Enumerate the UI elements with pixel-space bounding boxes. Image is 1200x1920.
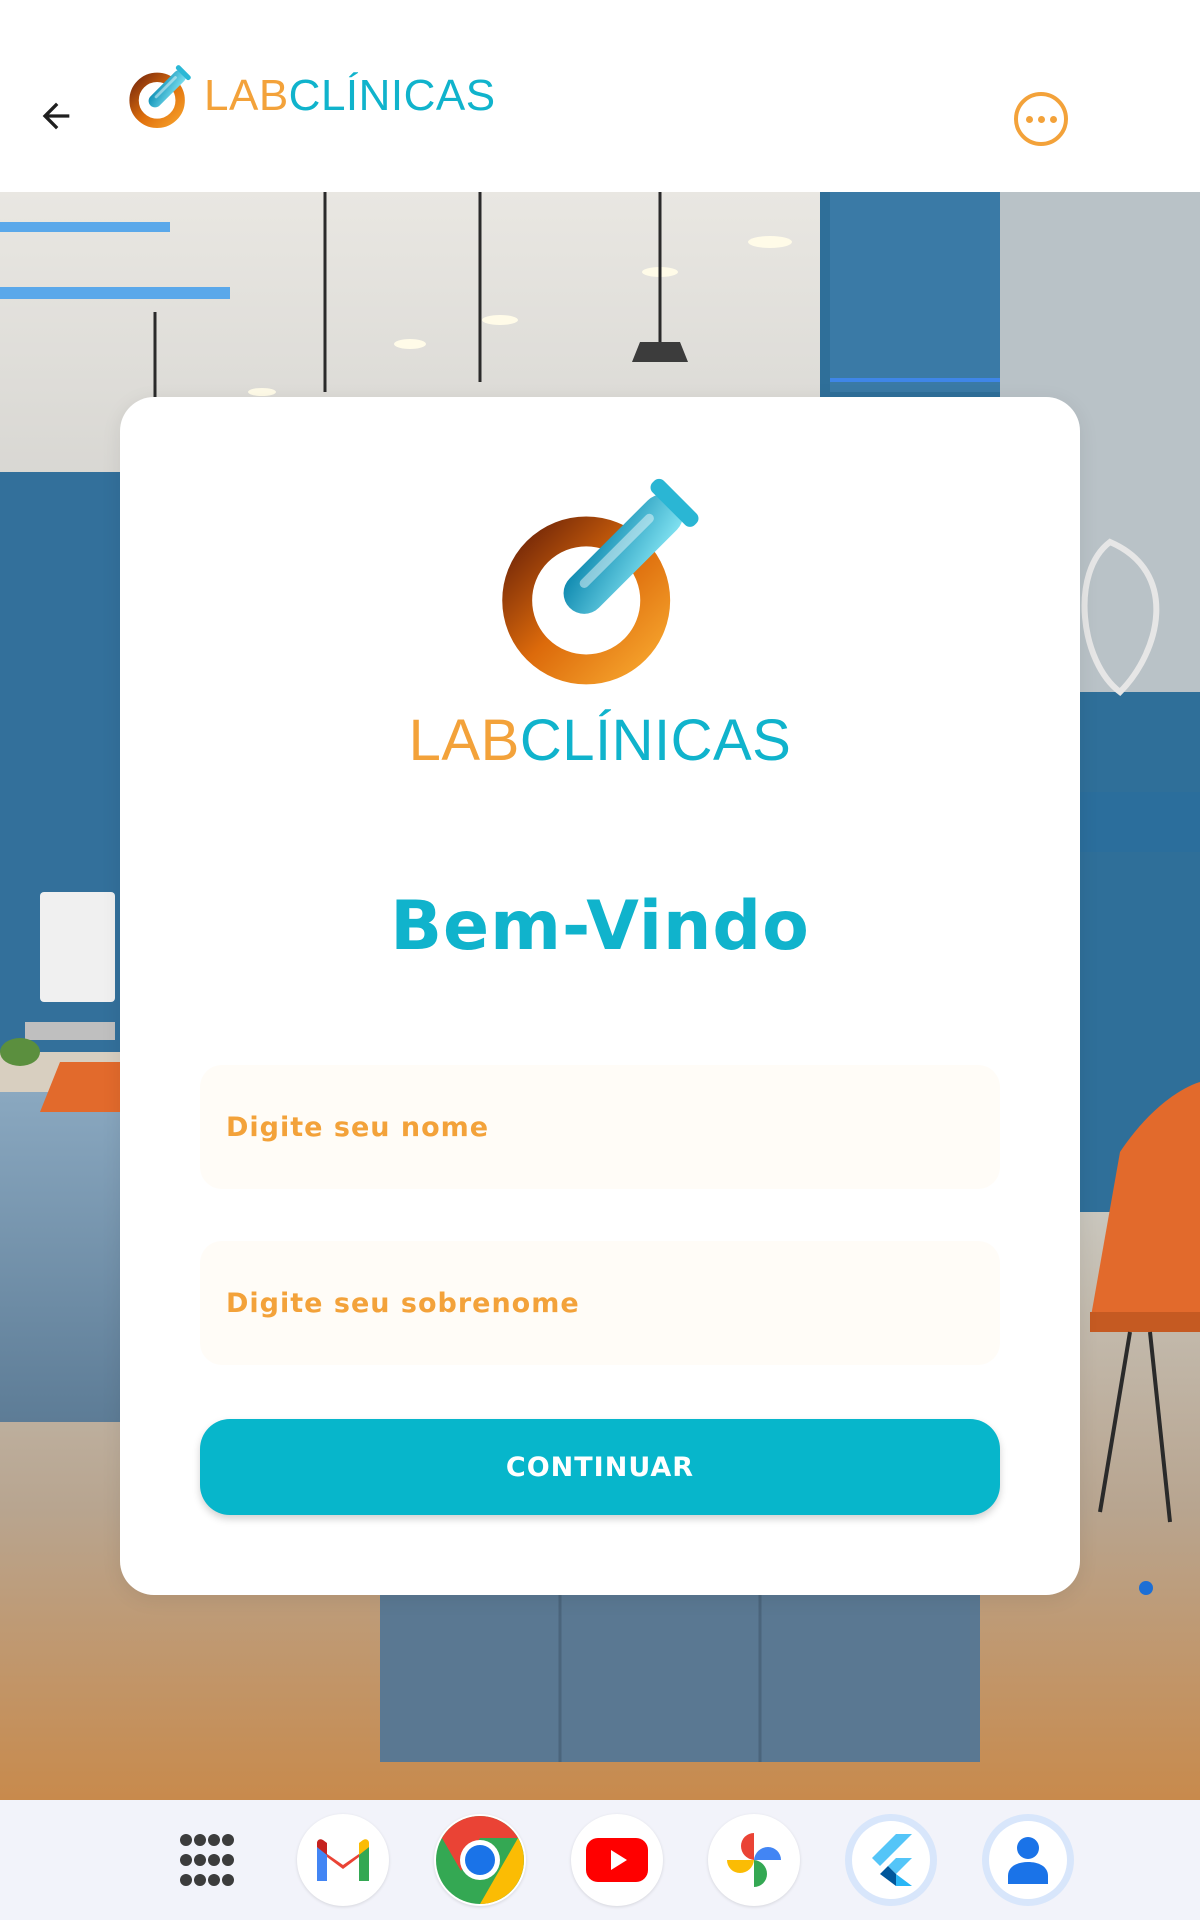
first-name-field[interactable] (200, 1065, 1000, 1189)
chrome-app[interactable] (434, 1814, 526, 1906)
photos-app[interactable] (708, 1814, 800, 1906)
header-brand-name: LABCLÍNICAS (204, 71, 496, 121)
card-brand-name: LABCLÍNICAS (409, 707, 792, 774)
chrome-icon (436, 1816, 524, 1904)
lab-logo-icon (502, 478, 699, 685)
flutter-app-inner (852, 1821, 930, 1899)
first-name-input[interactable] (200, 1065, 1000, 1189)
back-button[interactable] (30, 90, 82, 142)
youtube-icon (586, 1838, 648, 1882)
brand-lab-text: LAB (408, 708, 520, 773)
flutter-icon (872, 1834, 912, 1886)
app-dock (160, 1814, 1119, 1906)
contacts-app[interactable] (982, 1814, 1074, 1906)
system-taskbar (0, 1800, 1200, 1920)
more-options-button[interactable] (1014, 92, 1068, 146)
arrow-left-icon (42, 102, 70, 130)
brand-clinicas-text: CLÍNICAS (288, 71, 496, 120)
lab-logo-icon (129, 65, 191, 129)
more-options-icon (1025, 115, 1033, 123)
app-bar: LABCLÍNICAS (0, 0, 1200, 192)
gmail-app[interactable] (297, 1814, 389, 1906)
brand-clinicas-text: CLÍNICAS (519, 708, 792, 773)
continue-button[interactable]: CONTINUAR (200, 1419, 1000, 1515)
more-options-icon-dot (1049, 115, 1057, 123)
contacts-icon (1008, 1837, 1048, 1884)
more-options-icon-dot (1037, 115, 1045, 123)
app-screen: LABCLÍNICAS LABCLÍNICAS Bem-Vindo Digite… (0, 0, 1200, 1920)
gmail-icon (317, 1839, 369, 1881)
header-logo: LABCLÍNICAS (124, 60, 496, 132)
last-name-field[interactable] (200, 1241, 1000, 1365)
last-name-input[interactable] (200, 1241, 1000, 1365)
all-apps-icon (180, 1834, 234, 1886)
welcome-title: Bem-Vindo (390, 887, 810, 966)
contacts-app-inner (989, 1821, 1067, 1899)
youtube-app[interactable] (571, 1814, 663, 1906)
photos-icon (727, 1833, 781, 1887)
card-logo: LABCLÍNICAS (120, 467, 1080, 774)
all-apps-button[interactable] (160, 1814, 252, 1906)
flutter-app[interactable] (845, 1814, 937, 1906)
brand-lab-text: LAB (204, 71, 289, 120)
welcome-card: LABCLÍNICAS Bem-Vindo CONTINUAR (120, 397, 1080, 1595)
